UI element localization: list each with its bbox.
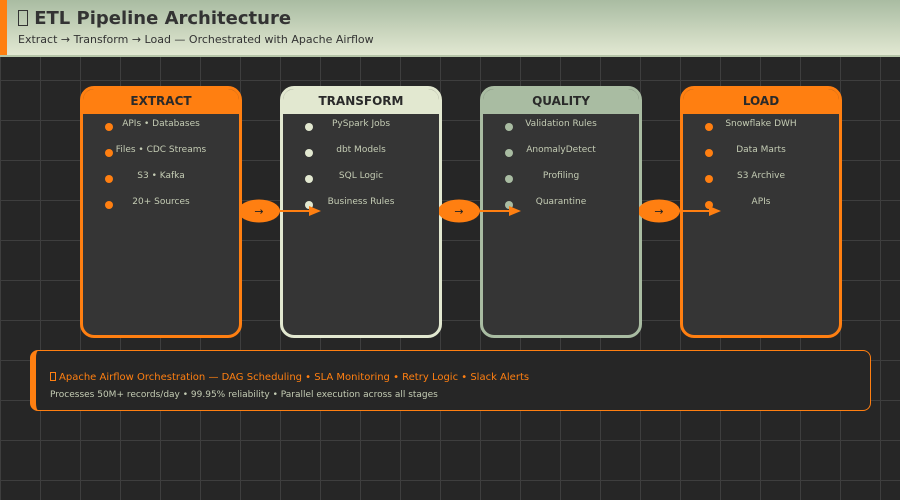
stage-title: LOAD bbox=[683, 89, 839, 114]
stage-item: APIs • Databases bbox=[122, 119, 200, 129]
orchestration-summary: Apache Airflow Orchestration — DAG Sched… bbox=[50, 372, 529, 383]
airflow-icon bbox=[50, 372, 56, 381]
stage-title: EXTRACT bbox=[83, 89, 239, 114]
arrow-icon: → bbox=[638, 199, 721, 223]
stage-item: SQL Logic bbox=[338, 171, 384, 181]
orchestration-panel: Apache Airflow Orchestration — DAG Sched… bbox=[30, 350, 871, 411]
header: ETL Pipeline Architecture Extract → Tran… bbox=[0, 0, 900, 57]
stage-item: Data Marts bbox=[736, 145, 786, 155]
pipeline-icon bbox=[18, 9, 28, 26]
arrow-icon: → bbox=[238, 199, 321, 223]
page-title-text: ETL Pipeline Architecture bbox=[34, 8, 292, 29]
stage-item: PySpark Jobs bbox=[331, 119, 391, 129]
accent-bar bbox=[0, 0, 7, 55]
stage-item: S3 • Kafka bbox=[137, 171, 185, 181]
page-title: ETL Pipeline Architecture bbox=[18, 8, 291, 29]
connector-label: → bbox=[654, 205, 663, 218]
stage-item: Validation Rules bbox=[525, 119, 597, 129]
page-subtitle: Extract → Transform → Load — Orchestrate… bbox=[18, 33, 374, 46]
flow-arrow: → bbox=[638, 199, 721, 223]
stage-item: Snowflake DWH bbox=[725, 119, 797, 129]
stage-item: 20+ Sources bbox=[132, 197, 190, 207]
connector-label: → bbox=[254, 205, 263, 218]
orchestration-summary-text: Apache Airflow Orchestration — DAG Sched… bbox=[59, 372, 530, 383]
stage-title: QUALITY bbox=[483, 89, 639, 114]
stage-item: Files • CDC Streams bbox=[115, 145, 207, 155]
stage-item: Profiling bbox=[542, 171, 580, 181]
arrow-icon: → bbox=[438, 199, 521, 223]
flow-arrow: → bbox=[238, 199, 321, 223]
stage-item: dbt Models bbox=[336, 145, 386, 155]
connector-label: → bbox=[454, 205, 463, 218]
stage-item: AnomalyDetect bbox=[526, 145, 596, 155]
stage-title: TRANSFORM bbox=[283, 89, 439, 114]
stage-card-extract: EXTRACT APIs • Databases Files • CDC Strea… bbox=[80, 86, 242, 338]
flow-arrow: → bbox=[438, 199, 521, 223]
orchestration-stats: Processes 50M+ records/day • 99.95% reli… bbox=[50, 390, 438, 400]
stage-item: S3 Archive bbox=[737, 171, 785, 181]
